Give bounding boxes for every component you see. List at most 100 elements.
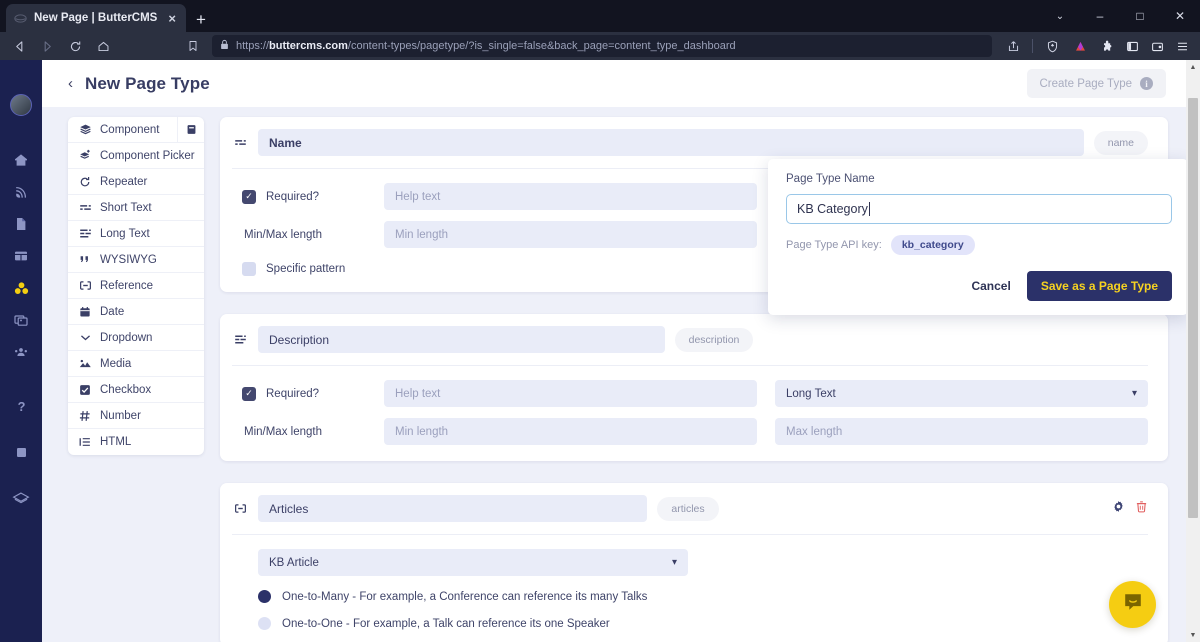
- chevron-down-icon[interactable]: ⌄: [1040, 11, 1080, 22]
- scroll-thumb[interactable]: [1188, 98, 1198, 518]
- minmax-label: Min/Max length: [244, 228, 322, 241]
- sidebar-item-blog[interactable]: [0, 176, 42, 208]
- palette-item-component-picker[interactable]: Component Picker: [68, 143, 204, 169]
- specific-pattern-checkbox[interactable]: [242, 262, 256, 276]
- relationship-option-one-to-one[interactable]: One-to-One - For example, a Talk can ref…: [258, 617, 1148, 630]
- field-name-input[interactable]: [258, 495, 648, 522]
- required-row[interactable]: ✓ Required?: [242, 183, 366, 210]
- close-icon[interactable]: ×: [166, 12, 178, 25]
- toolbar-right-group: [1095, 35, 1194, 57]
- calendar-icon: [78, 306, 92, 318]
- scroll-down-arrow[interactable]: ▼: [1186, 628, 1200, 642]
- sidebar-item-media[interactable]: [0, 304, 42, 336]
- info-icon[interactable]: i: [1140, 77, 1153, 90]
- relationship-option-one-to-many[interactable]: One-to-Many - For example, a Conference …: [258, 590, 1148, 603]
- sidebar-item-components[interactable]: [0, 272, 42, 304]
- sidebar-item-collections[interactable]: [0, 240, 42, 272]
- avatar[interactable]: [10, 94, 32, 116]
- book-icon[interactable]: [177, 117, 204, 142]
- sidebar-item-layers[interactable]: [0, 482, 42, 514]
- radio-icon[interactable]: [258, 590, 271, 603]
- extension-triangle-icon[interactable]: [1067, 35, 1093, 57]
- new-tab-button[interactable]: +: [196, 11, 206, 28]
- palette-item-label: Checkbox: [100, 383, 152, 396]
- palette-item-media[interactable]: Media: [68, 351, 204, 377]
- cancel-button[interactable]: Cancel: [971, 279, 1010, 293]
- palette-item-long-text[interactable]: Long Text: [68, 221, 204, 247]
- wallet-icon[interactable]: [1145, 35, 1169, 57]
- api-key-chip: articles: [657, 496, 719, 521]
- radio-icon[interactable]: [258, 617, 271, 630]
- field-option-inputs-left: Help text Min length: [384, 183, 757, 248]
- help-text-input[interactable]: Help text: [384, 380, 757, 407]
- intercom-chat-button[interactable]: [1109, 581, 1156, 628]
- page-type-name-input[interactable]: KB Category: [786, 194, 1172, 224]
- palette-item-short-text[interactable]: Short Text: [68, 195, 204, 221]
- field-type-palette: Component Component Picker Repeater Shor…: [68, 117, 204, 455]
- help-text-input[interactable]: Help text: [384, 183, 757, 210]
- create-page-type-button[interactable]: Create Page Type i: [1026, 69, 1166, 98]
- page-header: ‹ New Page Type Create Page Type i: [42, 60, 1188, 107]
- long-text-icon[interactable]: [232, 333, 248, 346]
- required-label: Required?: [266, 387, 320, 400]
- required-row[interactable]: ✓ Required?: [242, 380, 366, 407]
- main-content: ‹ New Page Type Create Page Type i Compo…: [42, 60, 1188, 642]
- home-icon[interactable]: [90, 35, 116, 57]
- sidebar-item-team[interactable]: [0, 336, 42, 368]
- field-name-input[interactable]: [258, 326, 665, 353]
- save-page-type-button[interactable]: Save as a Page Type: [1026, 271, 1172, 301]
- text-caret: [868, 202, 870, 216]
- palette-item-date[interactable]: Date: [68, 299, 204, 325]
- back-icon[interactable]: [6, 35, 32, 57]
- maximize-button[interactable]: □: [1120, 9, 1160, 23]
- api-key-label: Page Type API key:: [786, 239, 882, 251]
- palette-item-html[interactable]: HTML: [68, 429, 204, 455]
- reference-icon[interactable]: [232, 502, 248, 515]
- reload-icon[interactable]: [62, 35, 88, 57]
- address-bar[interactable]: https://buttercms.com/content-types/page…: [212, 35, 992, 57]
- brave-shield-icon[interactable]: [1039, 35, 1065, 57]
- palette-item-number[interactable]: Number: [68, 403, 204, 429]
- palette-item-checkbox[interactable]: Checkbox: [68, 377, 204, 403]
- palette-item-repeater[interactable]: Repeater: [68, 169, 204, 195]
- svg-text:?: ?: [17, 399, 25, 414]
- max-length-input[interactable]: Max length: [775, 418, 1148, 445]
- quote-icon: [78, 253, 92, 266]
- min-length-input[interactable]: Min length: [384, 221, 757, 248]
- gear-icon[interactable]: [1112, 500, 1125, 518]
- palette-item-reference[interactable]: Reference: [68, 273, 204, 299]
- back-button[interactable]: ‹: [68, 71, 85, 96]
- field-option-labels: ✓ Required? Min/Max length: [232, 183, 366, 248]
- browser-tab[interactable]: New Page | ButterCMS ×: [6, 4, 186, 32]
- trash-icon[interactable]: [1135, 500, 1148, 518]
- hash-icon: [78, 410, 92, 422]
- minimize-button[interactable]: –: [1080, 9, 1120, 23]
- field-name-input[interactable]: [258, 129, 1084, 156]
- bookmark-icon[interactable]: [180, 35, 206, 57]
- sidebar-icon[interactable]: [1120, 35, 1144, 57]
- reference-type-select[interactable]: KB Article ▾: [258, 549, 688, 576]
- page-title: New Page Type: [85, 73, 210, 93]
- menu-icon[interactable]: [1170, 35, 1194, 57]
- sidebar-item-docs[interactable]: [0, 436, 42, 468]
- field-type-select[interactable]: Long Text ▾: [775, 380, 1148, 407]
- sidebar-item-help[interactable]: ?: [0, 390, 42, 422]
- sidebar-item-home[interactable]: [0, 144, 42, 176]
- scroll-up-arrow[interactable]: ▲: [1186, 60, 1200, 74]
- forward-icon[interactable]: [34, 35, 60, 57]
- min-length-input[interactable]: Min length: [384, 418, 757, 445]
- window-close-button[interactable]: ✕: [1160, 9, 1200, 23]
- page-type-name-value: KB Category: [797, 202, 868, 216]
- palette-item-label: Date: [100, 305, 125, 318]
- required-checkbox[interactable]: ✓: [242, 189, 256, 204]
- vertical-scrollbar[interactable]: ▲ ▼: [1186, 60, 1200, 642]
- share-icon[interactable]: [1000, 35, 1026, 57]
- required-checkbox[interactable]: ✓: [242, 386, 256, 401]
- field-card-description: description ✓ Required? Min/Max length: [220, 314, 1168, 461]
- palette-item-component[interactable]: Component: [68, 117, 204, 143]
- short-text-icon[interactable]: [232, 136, 248, 149]
- extensions-puzzle-icon[interactable]: [1095, 35, 1119, 57]
- sidebar-item-pages[interactable]: [0, 208, 42, 240]
- palette-item-dropdown[interactable]: Dropdown: [68, 325, 204, 351]
- palette-item-wysiwyg[interactable]: WYSIWYG: [68, 247, 204, 273]
